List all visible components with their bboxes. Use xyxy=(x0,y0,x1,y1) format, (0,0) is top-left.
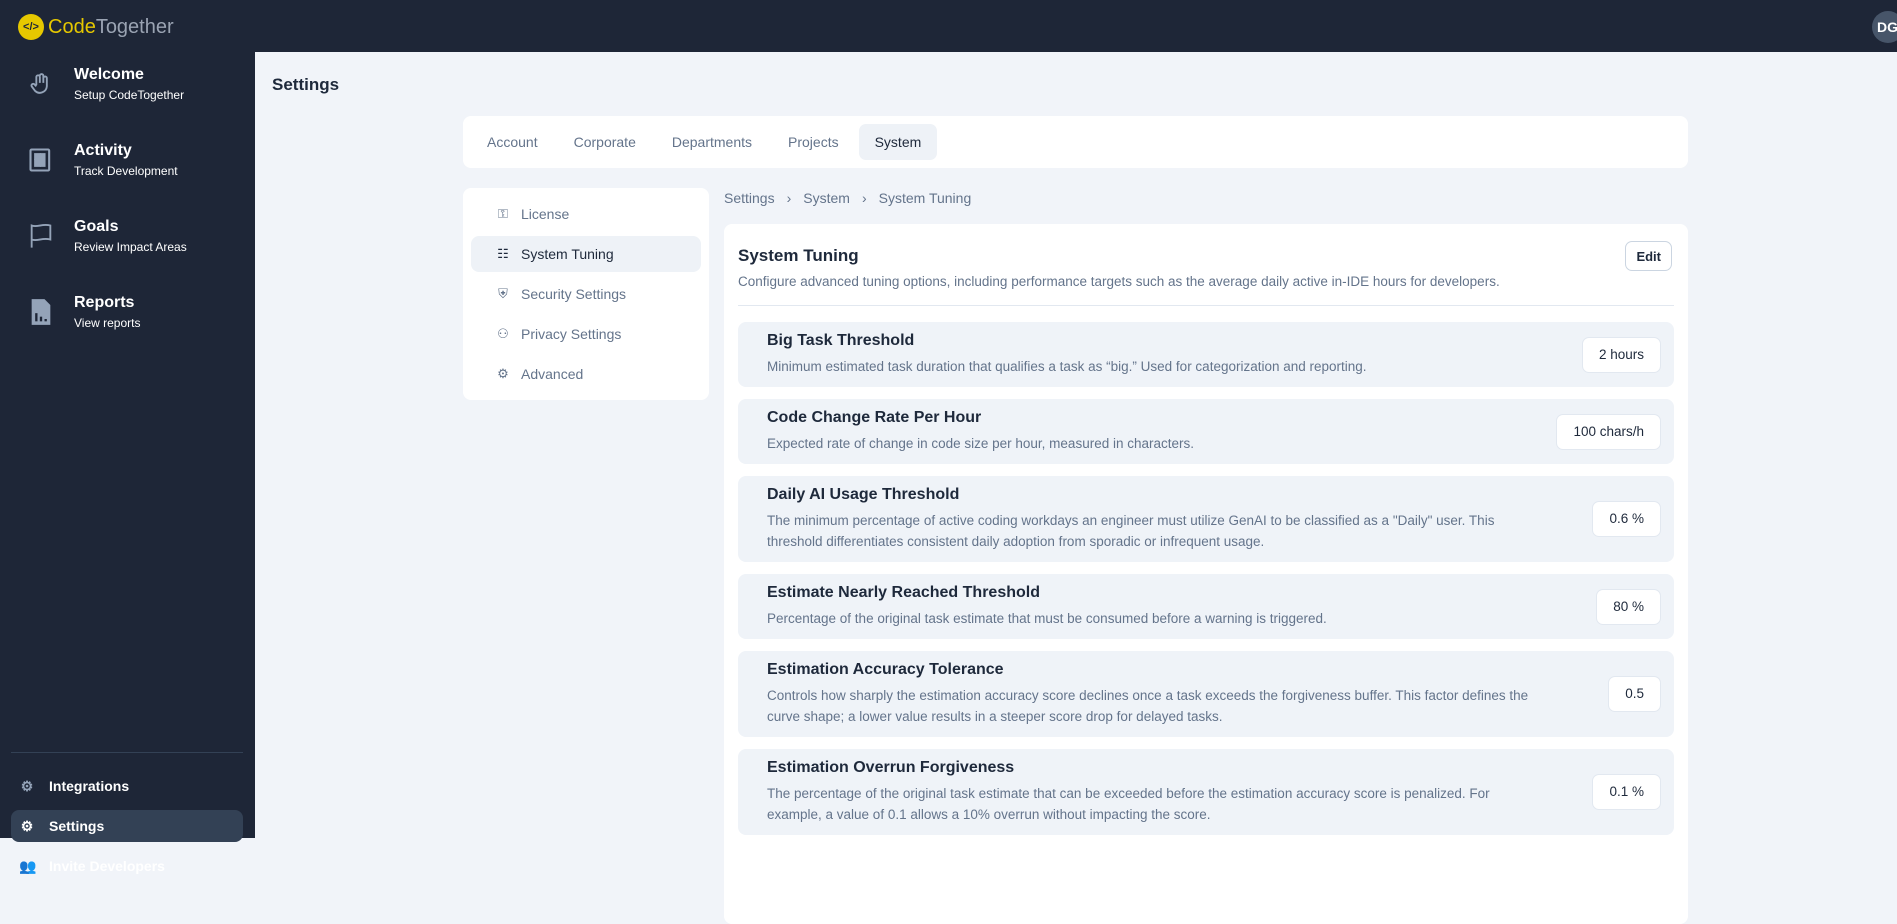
divider xyxy=(738,305,1674,306)
setting-title: Estimation Overrun Forgiveness xyxy=(767,759,1015,776)
setting-description: Controls how sharply the estimation accu… xyxy=(767,688,1529,724)
shield-icon: ⛨ xyxy=(498,286,508,301)
setting-description: Percentage of the original task estimate… xyxy=(767,611,1327,626)
users-icon: 👥 xyxy=(19,857,37,874)
tab-departments[interactable]: Departments xyxy=(656,124,768,160)
setting-row: Code Change Rate Per Hour Expected rate o… xyxy=(738,399,1674,464)
sidebar-item-title: Welcome xyxy=(74,66,144,83)
sidebar-item-subtitle: Track Development xyxy=(74,164,178,178)
sidebar-item-subtitle: Review Impact Areas xyxy=(74,240,187,254)
tab-corporate[interactable]: Corporate xyxy=(558,124,652,160)
sidebar-item-invite-developers[interactable]: 👥 Invite Developers xyxy=(11,850,243,882)
sidebar-item-reports[interactable]: Reports View reports xyxy=(26,294,140,330)
setting-row: Estimation Accuracy Tolerance Controls ho… xyxy=(738,651,1674,737)
setting-value[interactable]: 100 chars/h xyxy=(1556,413,1661,450)
setting-description: Expected rate of change in code size per… xyxy=(767,436,1194,451)
settings-tabs: Account Corporate Departments Projects S… xyxy=(463,116,1688,168)
sidebar-item-settings[interactable]: ⚙ Settings xyxy=(11,810,243,842)
setting-row: Estimation Overrun Forgiveness The percen… xyxy=(738,749,1674,835)
flag-icon xyxy=(26,221,56,251)
sidebar-item-label: Invite Developers xyxy=(49,858,165,874)
subnav-license[interactable]: ⚿ License xyxy=(471,196,701,232)
setting-value[interactable]: 0.6 % xyxy=(1592,501,1661,537)
setting-description: The minimum percentage of active coding … xyxy=(767,513,1495,549)
gear-icon: ⚙ xyxy=(20,817,34,834)
setting-title: Estimation Accuracy Tolerance xyxy=(767,661,1004,678)
subnav-privacy-settings[interactable]: ⚇ Privacy Settings xyxy=(471,316,701,352)
subnav-security-settings[interactable]: ⛨ Security Settings xyxy=(471,276,701,312)
setting-row: Big Task Threshold Minimum estimated task… xyxy=(738,322,1674,387)
system-tuning-card: System Tuning Configure advanced tuning … xyxy=(724,224,1688,924)
user-avatar[interactable]: DG xyxy=(1872,11,1897,43)
card-description: Configure advanced tuning options, inclu… xyxy=(738,274,1500,289)
logo[interactable]: </> CodeTogether xyxy=(18,14,174,40)
sidebar-item-title: Activity xyxy=(74,142,132,159)
breadcrumb: Settings › System › System Tuning xyxy=(724,190,971,206)
page-title: Settings xyxy=(272,75,340,94)
sidebar-item-label: Settings xyxy=(49,818,105,834)
logo-text-suffix: Together xyxy=(95,15,174,38)
subnav-label: Privacy Settings xyxy=(521,326,622,342)
breadcrumb-settings[interactable]: Settings xyxy=(724,190,775,206)
breadcrumb-system[interactable]: System xyxy=(803,190,850,206)
setting-description: The percentage of the original task esti… xyxy=(767,786,1490,822)
code-logo-icon: </> xyxy=(18,14,44,40)
sidebar-item-subtitle: Setup CodeTogether xyxy=(74,88,185,102)
sidebar-item-integrations[interactable]: ⚙ Integrations xyxy=(11,770,243,802)
card-title: System Tuning xyxy=(738,246,859,265)
gear-icon: ⚙ xyxy=(497,366,509,381)
subnav-label: Advanced xyxy=(521,366,584,382)
setting-value[interactable]: 0.5 xyxy=(1608,676,1661,712)
chevron-right-icon: › xyxy=(786,190,792,206)
subnav-label: License xyxy=(521,206,570,222)
report-icon xyxy=(26,297,56,327)
subnav-system-tuning[interactable]: ☷ System Tuning xyxy=(471,236,701,272)
tab-system[interactable]: System xyxy=(858,124,938,160)
dashboard-icon xyxy=(26,145,56,175)
sidebar-item-title: Reports xyxy=(74,294,135,311)
setting-value[interactable]: 80 % xyxy=(1596,588,1661,625)
gears-icon: ⚙ xyxy=(20,777,34,794)
sliders-icon: ☷ xyxy=(497,246,509,261)
logo-text-prefix: Code xyxy=(48,15,96,38)
wave-hand-icon xyxy=(26,69,56,99)
sidebar-item-activity[interactable]: Activity Track Development xyxy=(26,142,178,178)
sidebar-item-title: Goals xyxy=(74,218,119,235)
setting-row: Estimate Nearly Reached Threshold Percent… xyxy=(738,574,1674,639)
sidebar: Welcome Setup CodeTogether Activity Track … xyxy=(0,52,255,874)
setting-title: Code Change Rate Per Hour xyxy=(767,409,982,426)
tab-projects[interactable]: Projects xyxy=(772,124,855,160)
sidebar-item-welcome[interactable]: Welcome Setup CodeTogether xyxy=(26,66,184,102)
setting-description: Minimum estimated task duration that qua… xyxy=(767,359,1367,374)
setting-value[interactable]: 2 hours xyxy=(1581,336,1661,373)
setting-value[interactable]: 0.1 % xyxy=(1592,774,1661,810)
subnav-label: Security Settings xyxy=(521,286,627,302)
setting-title: Estimate Nearly Reached Threshold xyxy=(767,584,1040,601)
edit-button[interactable]: Edit xyxy=(1625,241,1672,271)
breadcrumb-system-tuning: System Tuning xyxy=(878,190,972,206)
subnav-advanced[interactable]: ⚙ Advanced xyxy=(471,356,701,392)
setting-row: Daily AI Usage Threshold The minimum perc… xyxy=(738,476,1674,562)
tab-account[interactable]: Account xyxy=(471,124,554,160)
sidebar-item-label: Integrations xyxy=(49,778,130,794)
setting-title: Big Task Threshold xyxy=(767,332,915,349)
setting-title: Daily AI Usage Threshold xyxy=(767,486,960,503)
chevron-right-icon: › xyxy=(861,190,867,206)
top-bar: </> CodeTogether DG xyxy=(0,0,1897,52)
user-lock-icon: ⚇ xyxy=(497,326,509,341)
key-icon: ⚿ xyxy=(498,206,508,221)
subnav-label: System Tuning xyxy=(521,246,614,262)
sidebar-divider xyxy=(11,752,243,753)
sidebar-item-subtitle: View reports xyxy=(74,316,141,330)
sidebar-item-goals[interactable]: Goals Review Impact Areas xyxy=(26,218,187,254)
system-subnav: ⚿ License ☷ System Tuning ⛨ Security Settin… xyxy=(463,188,709,400)
